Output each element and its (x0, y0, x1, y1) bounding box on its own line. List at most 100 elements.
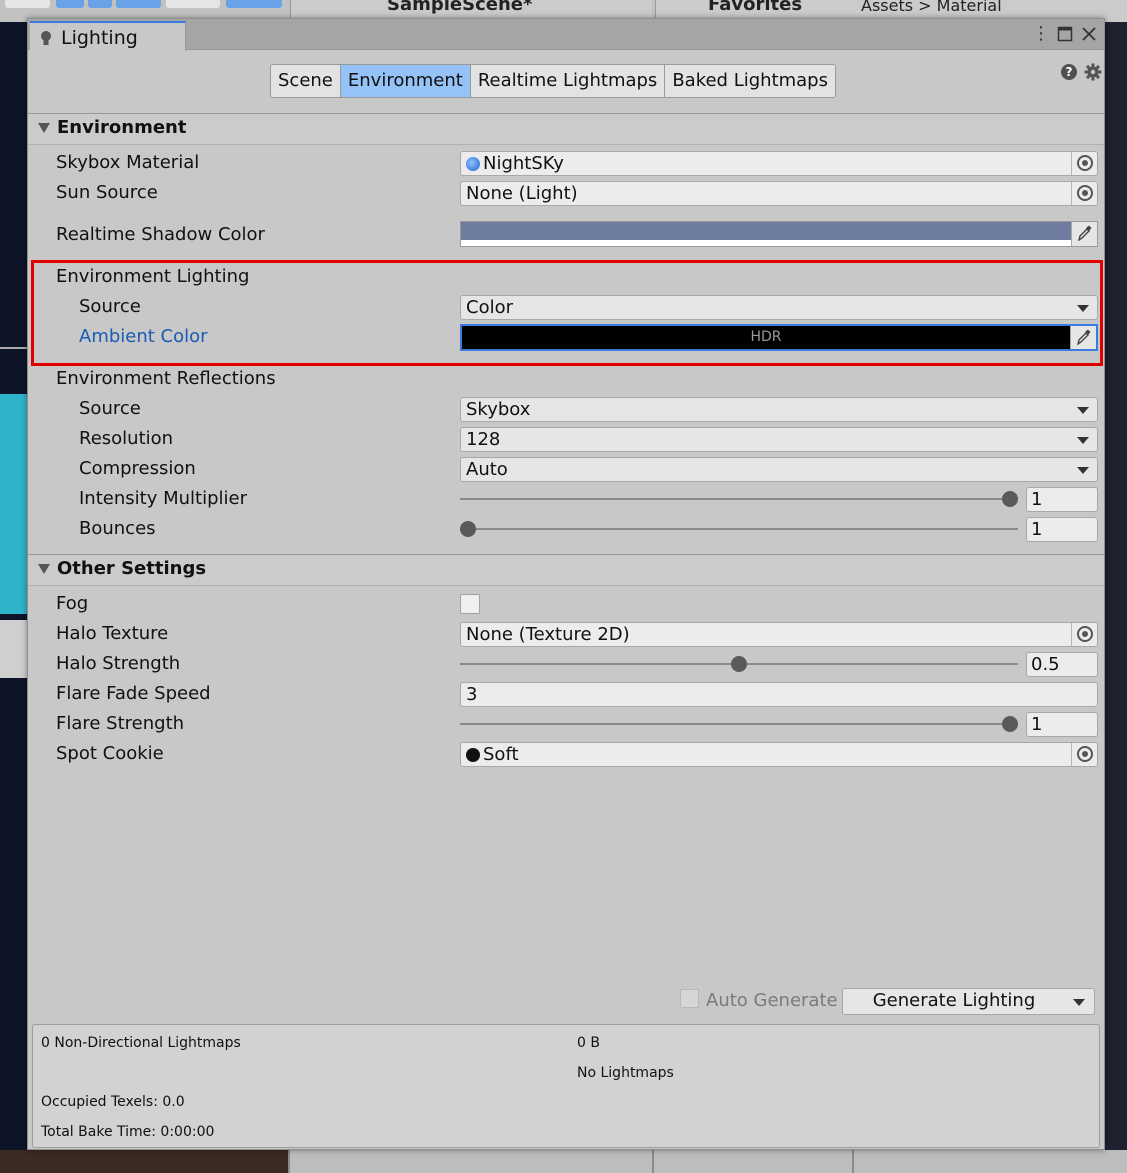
sun-source-value: None (Light) (466, 183, 578, 204)
slider-thumb[interactable] (731, 656, 747, 672)
lighting-tab-bar: Scene Environment Realtime Lightmaps Bak… (270, 64, 836, 98)
chevron-down-icon (1077, 407, 1089, 414)
lightmap-size: 0 B (577, 1035, 600, 1051)
scene-panel (0, 620, 28, 678)
scene-object (0, 394, 28, 614)
tab-baked-lightmaps[interactable]: Baked Lightmaps (665, 65, 835, 97)
slider-track (460, 498, 1018, 500)
lightmap-count: 0 Non-Directional Lightmaps (41, 1035, 241, 1051)
intensity-multiplier-input[interactable]: 1 (1026, 487, 1098, 512)
no-lightmaps-text: No Lightmaps (577, 1065, 674, 1081)
texture-dot-icon (466, 748, 480, 762)
flare-strength-input[interactable]: 1 (1026, 712, 1098, 737)
halo-strength-slider[interactable] (460, 653, 1018, 675)
object-picker-icon (1077, 746, 1093, 762)
favorites-label: Favorites (708, 0, 803, 15)
foldout-arrow-icon (38, 123, 50, 133)
background-toolbar-button[interactable] (56, 0, 84, 8)
flare-strength-slider[interactable] (460, 713, 1018, 735)
realtime-shadow-color-field[interactable] (460, 221, 1098, 247)
generate-lighting-button[interactable]: Generate Lighting (842, 988, 1095, 1015)
compression-label: Compression (79, 458, 196, 479)
eyedropper-icon (1078, 225, 1092, 241)
bounces-slider[interactable] (460, 518, 1018, 540)
divider (28, 144, 1104, 145)
resolution-label: Resolution (79, 428, 174, 449)
shadow-color-swatch[interactable] (461, 222, 1071, 240)
tab-realtime-lightmaps[interactable]: Realtime Lightmaps (470, 65, 666, 97)
slider-track (460, 528, 1018, 530)
slider-thumb[interactable] (1002, 491, 1018, 507)
chevron-down-icon (1077, 467, 1089, 474)
bounces-input[interactable]: 1 (1026, 517, 1098, 542)
other-settings-section-header[interactable]: Other Settings (28, 555, 1104, 585)
object-picker-button[interactable] (1071, 182, 1097, 205)
slider-thumb[interactable] (460, 521, 476, 537)
flare-strength-label: Flare Strength (56, 713, 185, 734)
object-picker-icon (1077, 185, 1093, 201)
sun-source-label: Sun Source (56, 182, 158, 203)
asset-breadcrumb: Assets > Material (861, 0, 1002, 15)
intensity-multiplier-slider[interactable] (460, 488, 1018, 510)
panel-divider (288, 1150, 290, 1173)
slider-track (460, 723, 1018, 725)
object-picker-icon (1077, 155, 1093, 171)
realtime-shadow-color-label: Realtime Shadow Color (56, 224, 265, 245)
bounces-value: 1 (1031, 519, 1043, 540)
other-settings-header-label: Other Settings (57, 558, 207, 579)
background-toolbar-button[interactable] (5, 0, 50, 8)
resolution-value: 128 (466, 429, 501, 450)
object-picker-button[interactable] (1071, 152, 1097, 175)
chevron-down-icon (1077, 437, 1089, 444)
halo-texture-field[interactable]: None (Texture 2D) (460, 622, 1098, 647)
gear-icon[interactable] (1084, 63, 1102, 81)
total-bake-time: Total Bake Time: 0:00:00 (41, 1124, 215, 1140)
divider (28, 585, 1104, 586)
object-picker-icon (1077, 626, 1093, 642)
spot-cookie-label: Spot Cookie (56, 743, 164, 764)
occupied-texels: Occupied Texels: 0.0 (41, 1094, 185, 1110)
background-toolbar-button[interactable] (226, 0, 282, 8)
fog-label: Fog (56, 593, 89, 614)
panel-divider (852, 1150, 854, 1173)
flare-fade-speed-input[interactable]: 3 (460, 682, 1098, 707)
skybox-material-label: Skybox Material (56, 152, 200, 173)
flare-fade-speed-value: 3 (466, 684, 478, 705)
auto-generate-checkbox[interactable] (680, 989, 699, 1008)
spot-cookie-value: Soft (483, 744, 519, 765)
halo-texture-label: Halo Texture (56, 623, 169, 644)
maximize-icon[interactable] (1057, 26, 1073, 42)
tab-scene[interactable]: Scene (271, 65, 341, 97)
material-sphere-icon (466, 157, 480, 171)
environment-header-label: Environment (57, 117, 187, 138)
slider-thumb[interactable] (1002, 716, 1018, 732)
alpha-bar (461, 240, 1071, 246)
skybox-material-field[interactable]: NightSKy (460, 151, 1098, 176)
reflection-source-dropdown[interactable]: Skybox (460, 397, 1098, 422)
resolution-dropdown[interactable]: 128 (460, 427, 1098, 452)
eyedropper-button[interactable] (1071, 222, 1097, 246)
object-picker-button[interactable] (1071, 743, 1097, 766)
help-icon[interactable]: ? (1061, 64, 1077, 80)
background-toolbar-button[interactable] (166, 0, 220, 8)
compression-dropdown[interactable]: Auto (460, 457, 1098, 482)
background-toolbar-button[interactable] (88, 0, 112, 8)
reflection-source-value: Skybox (466, 399, 531, 420)
close-icon[interactable] (1081, 26, 1097, 42)
environment-section-header[interactable]: Environment (28, 114, 1104, 144)
lighting-window-tab[interactable]: Lighting (30, 21, 186, 51)
chevron-down-icon[interactable] (1073, 999, 1085, 1006)
scene-view-divider (0, 347, 28, 349)
fog-checkbox[interactable] (460, 594, 480, 614)
sun-source-field[interactable]: None (Light) (460, 181, 1098, 206)
halo-texture-value: None (Texture 2D) (466, 624, 630, 645)
background-toolbar-button[interactable] (116, 0, 161, 8)
background-bottom-bar (0, 1150, 1127, 1173)
more-options-icon[interactable]: ⋮ (1032, 23, 1050, 44)
halo-strength-input[interactable]: 0.5 (1026, 652, 1098, 677)
spot-cookie-field[interactable]: Soft (460, 742, 1098, 767)
reflection-source-label: Source (79, 398, 141, 419)
tab-environment[interactable]: Environment (340, 65, 471, 97)
object-picker-button[interactable] (1071, 623, 1097, 646)
halo-strength-label: Halo Strength (56, 653, 181, 674)
